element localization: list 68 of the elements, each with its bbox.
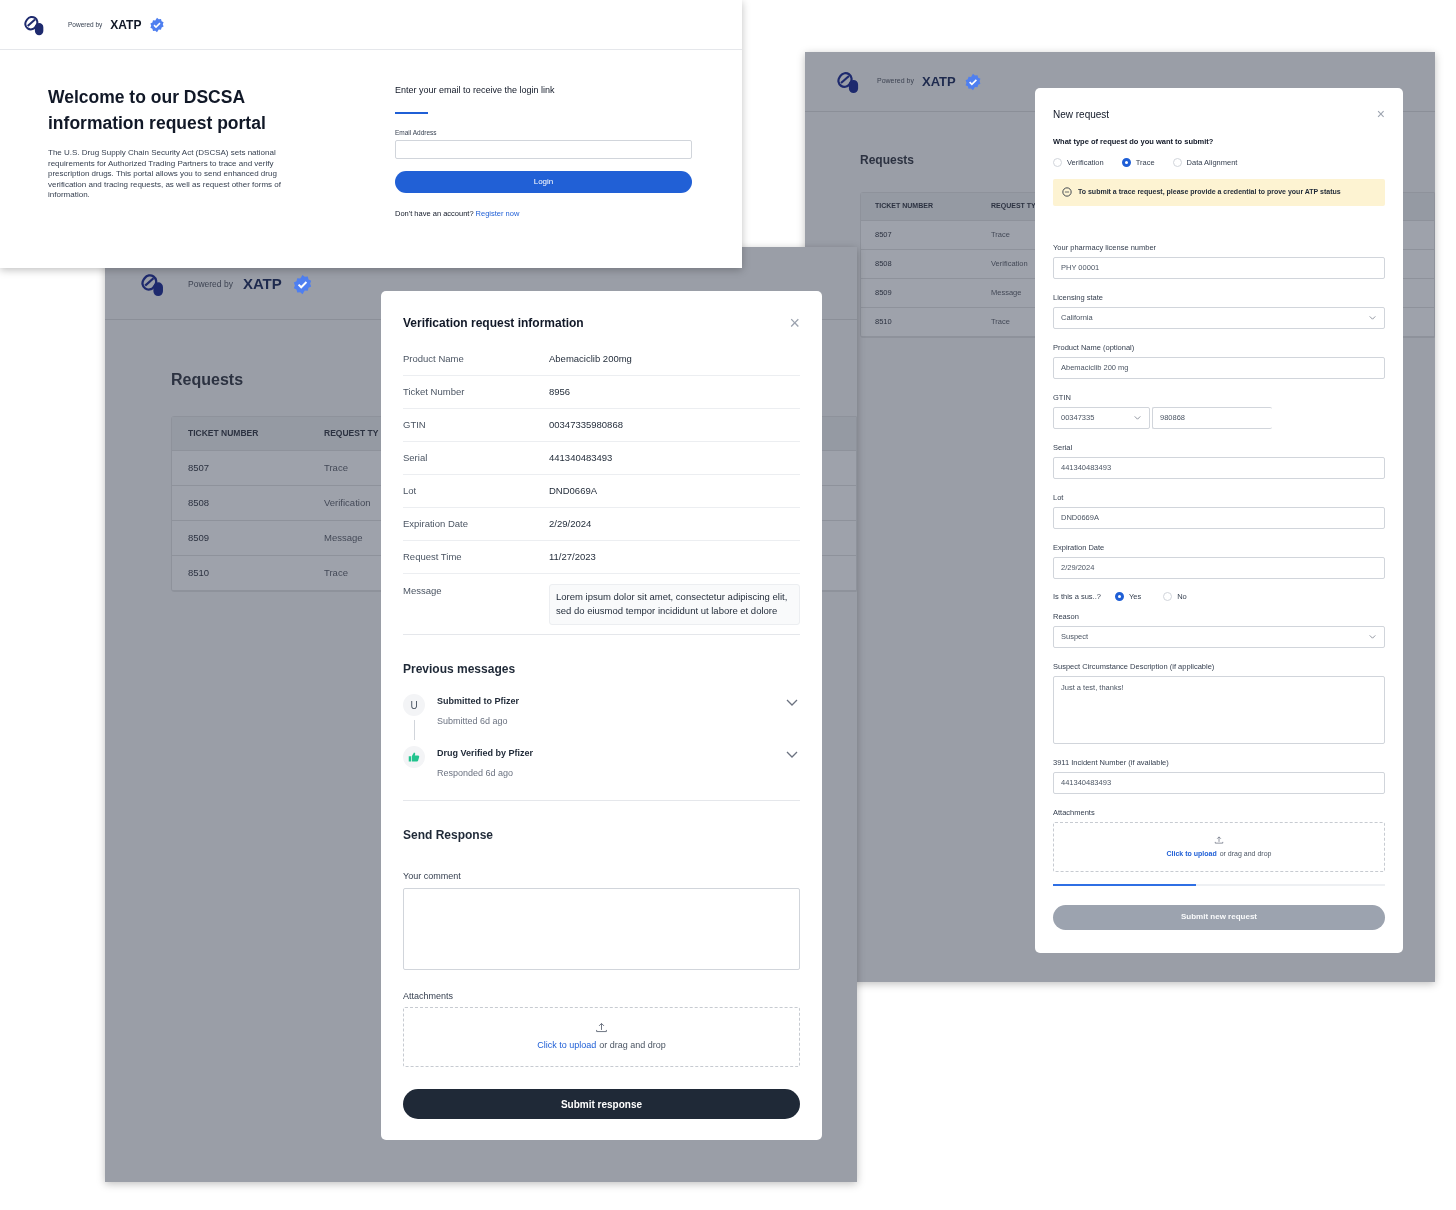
field-label: Attachments <box>403 989 455 1003</box>
page-title: Requests <box>171 370 244 390</box>
detail-value: 441340483493 <box>549 450 613 465</box>
email-field[interactable] <box>395 140 692 160</box>
table-cell-text: 8507 <box>188 460 211 475</box>
message-title: Submitted to Pfizer <box>437 695 520 708</box>
upload-hint: or drag and drop <box>599 1039 666 1053</box>
brand-name: XATP <box>921 72 956 91</box>
brand-name: XATP <box>242 273 282 294</box>
detail-label: Serial <box>403 450 429 465</box>
verified-badge-icon <box>149 16 166 33</box>
column-header: REQUEST TY <box>324 427 379 440</box>
chevron-down-icon[interactable] <box>1368 632 1377 642</box>
detail-label: Request Time <box>403 549 463 564</box>
message-title: Drug Verified by Pfizer <box>437 747 535 760</box>
section-title: Previous messages <box>403 661 517 678</box>
table-cell-text: 8510 <box>188 565 211 580</box>
section-title: Send Response <box>403 827 495 844</box>
table-cell-text: 8509 <box>188 530 211 545</box>
upload-icon <box>595 1021 608 1035</box>
field-label: Your comment <box>403 870 462 883</box>
pill-logo-icon <box>141 271 166 297</box>
table-cell-text: 8508 <box>188 495 211 510</box>
avatar: U <box>403 694 425 716</box>
detail-value: 11/27/2023 <box>549 549 596 564</box>
submit-button[interactable]: Submit response <box>403 1089 800 1119</box>
brand-name: XATP <box>110 16 142 34</box>
comment-field[interactable] <box>403 887 800 970</box>
verified-badge-icon <box>963 72 982 91</box>
table-cell-text: Trace <box>324 460 348 475</box>
message-time: Responded 6d ago <box>437 766 515 780</box>
detail-value: Abemaciclib 200mg <box>549 351 632 366</box>
description-text: The U.S. Drug Supply Chain Security Act (DSCSA) sets national requirements for Authorized Trading Partners to trace and verify prescription drugs. This portal allows you to send enhanced drug verification and tracing requests, as well as request other forms of information. <box>48 148 282 201</box>
detail-label: Message <box>403 584 443 598</box>
message-time: Submitted 6d ago <box>437 714 509 728</box>
info-icon <box>1062 187 1072 197</box>
detail-value: 00347335980868 <box>549 417 623 432</box>
chevron-down-icon[interactable] <box>1133 413 1142 422</box>
upload-area[interactable]: Click to upload or drag and drop <box>403 1007 800 1067</box>
upload-icon <box>1214 834 1224 845</box>
powered-by-text: Powered by <box>188 277 233 291</box>
detail-label: Expiration Date <box>403 516 469 531</box>
message-box: Lorem ipsum dolor sit amet, consectetur adipiscing elit, sed do eiusmod tempor incididunt ut labore et dolore <box>549 584 800 625</box>
dialog-title: Verification request information <box>403 315 584 332</box>
column-header: TICKET NUMBER <box>188 427 260 440</box>
page-title: Requests <box>860 152 915 169</box>
chevron-down-icon[interactable] <box>1368 313 1377 322</box>
page-heading: Welcome to our DSCSA information request portal <box>48 86 267 135</box>
dialog-title: New request <box>1053 107 1110 122</box>
detail-label: GTIN <box>403 417 427 432</box>
table-cell-text: Verification <box>324 495 371 510</box>
detail-label: Product Name <box>403 351 465 366</box>
radio-button[interactable] <box>1121 158 1131 168</box>
detail-label: Lot <box>403 483 418 498</box>
upload-link[interactable]: Click to upload <box>537 1039 597 1053</box>
thumbs-up-icon <box>408 751 420 763</box>
pill-logo-icon <box>837 69 861 94</box>
login-button[interactable]: Login <box>395 171 692 194</box>
verified-badge-icon <box>291 273 313 295</box>
table-cell-text: Message <box>324 530 363 545</box>
detail-value: DND0669A <box>549 483 598 498</box>
form-title: Enter your email to receive the login link <box>395 84 556 97</box>
detail-value: 2/29/2024 <box>549 516 592 531</box>
radio-button[interactable] <box>1114 591 1124 601</box>
table-cell-text: Trace <box>324 565 348 580</box>
pill-logo-icon <box>24 13 46 36</box>
detail-value: 8956 <box>549 384 571 399</box>
detail-label: Ticket Number <box>403 384 466 399</box>
